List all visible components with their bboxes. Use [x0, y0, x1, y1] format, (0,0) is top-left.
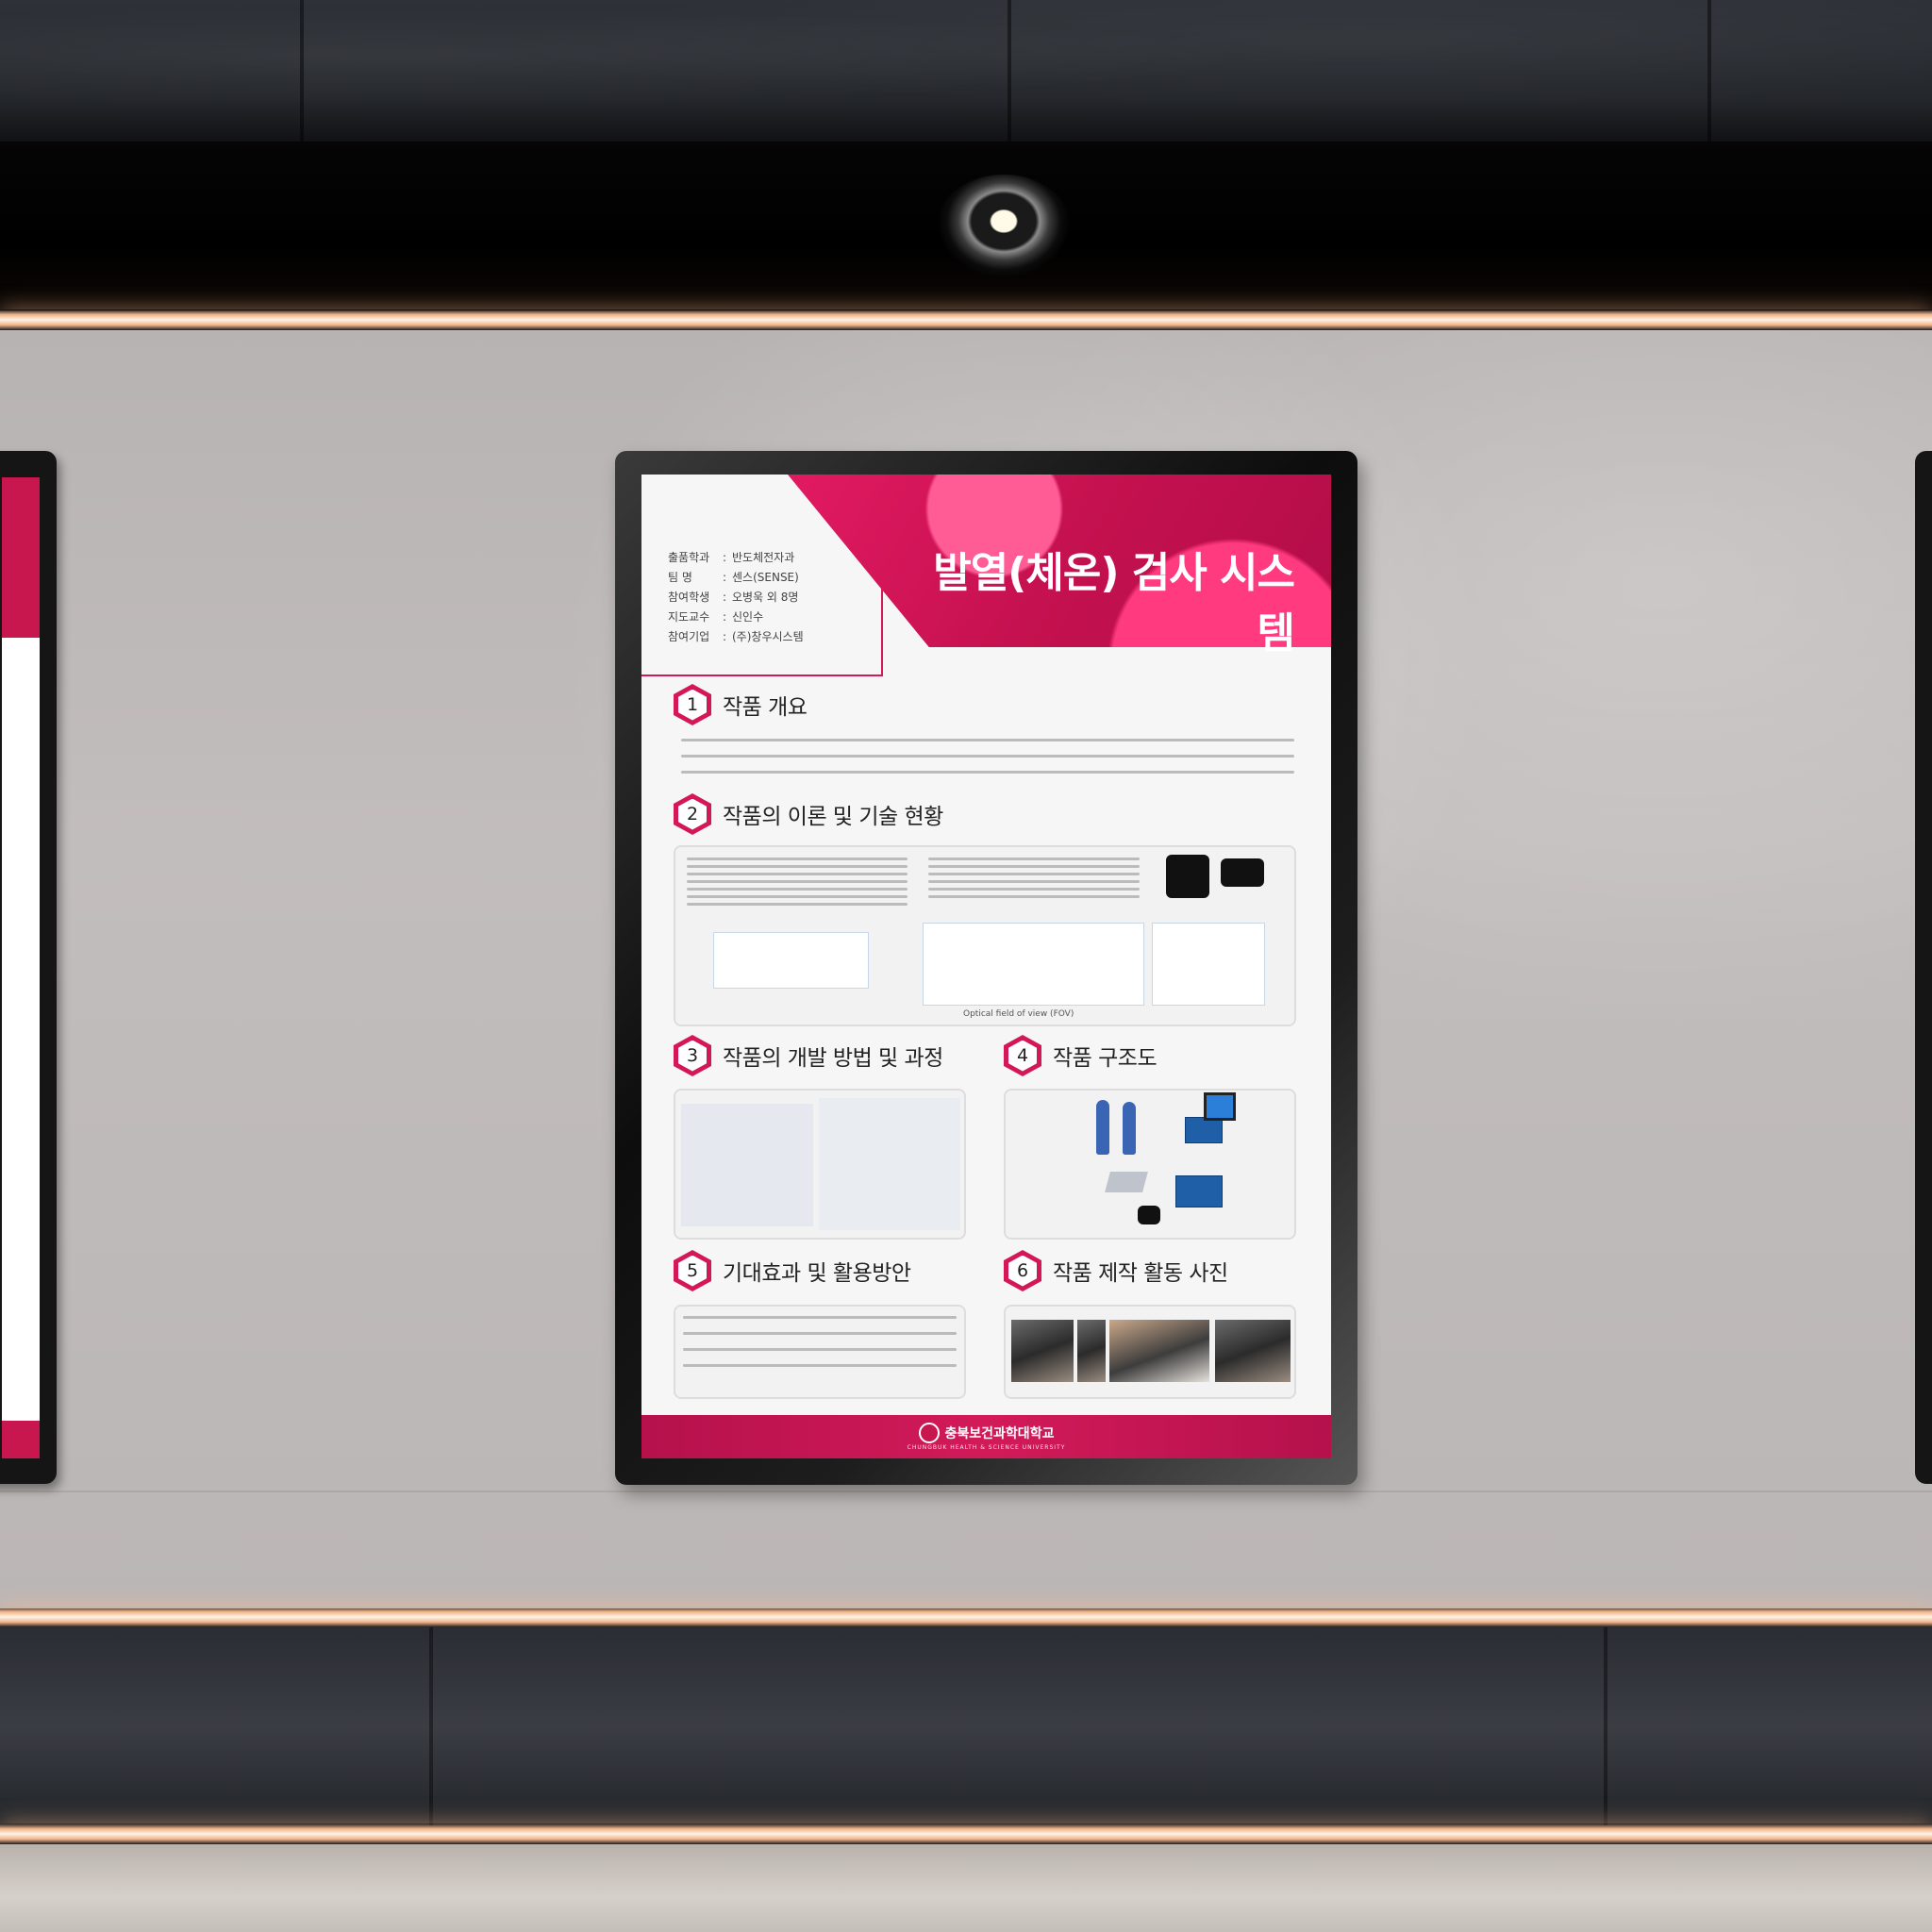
section-title: 기대효과 및 활용방안: [723, 1261, 911, 1286]
university-name: 충북보건과학대학교: [918, 1423, 1055, 1443]
section-title: 작품 제작 활동 사진: [1053, 1261, 1228, 1286]
floor: [0, 1844, 1932, 1932]
hexagon-number-icon: 4: [1004, 1035, 1041, 1076]
poster-left-footer: [2, 1421, 40, 1458]
poster-frame-right[interactable]: [1915, 451, 1932, 1484]
info-row: 참여학생: 오병욱 외 8명: [668, 588, 804, 608]
info-key: 참여학생: [668, 591, 710, 604]
spotlight-icon: [937, 175, 1071, 278]
university-name-text: 충북보건과학대학교: [944, 1426, 1055, 1441]
monitor-icon: [1204, 1092, 1236, 1121]
person-icon: [1123, 1102, 1136, 1155]
section-4-heading: 4 작품 구조도: [1004, 1035, 1158, 1076]
circuit-board-image: [1185, 1117, 1223, 1143]
section-title: 작품의 이론 및 기술 현황: [723, 805, 943, 829]
section-2-heading: 2 작품의 이론 및 기술 현황: [674, 793, 943, 835]
activity-photo: [1109, 1320, 1209, 1382]
section-title: 작품 개요: [723, 695, 808, 720]
info-key: 팀 명: [668, 571, 692, 584]
info-value: 신인수: [732, 610, 764, 624]
info-row: 출품학과: 반도체전자과: [668, 548, 804, 568]
info-row: 지도교수: 신인수: [668, 608, 804, 627]
poster-left-header: [2, 477, 40, 638]
ceiling-stone: [0, 0, 1932, 142]
thermal-camera-image: [1221, 858, 1264, 887]
info-value: 반도체전자과: [732, 551, 795, 564]
section-2-box: Optical field of view (FOV): [674, 845, 1296, 1026]
floor-seam: [429, 1627, 433, 1825]
university-seal-icon: [918, 1423, 940, 1443]
text-block: [679, 853, 915, 910]
text-block: [921, 853, 1147, 903]
info-value: 오병욱 외 8명: [732, 591, 799, 604]
fov-plot-image: [923, 923, 1144, 1006]
hexagon-number-icon: 2: [674, 793, 711, 835]
section-3-box: [674, 1089, 966, 1240]
fov-caption: Optical field of view (FOV): [963, 1009, 1074, 1019]
activity-photo: [1011, 1320, 1074, 1382]
info-value: 센스(SENSE): [732, 571, 799, 584]
university-english-name: CHUNGBUK HEALTH & SCIENCE UNIVERSITY: [907, 1444, 1066, 1451]
section-5-heading: 5 기대효과 및 활용방안: [674, 1250, 911, 1291]
info-key: 참여기업: [668, 630, 710, 643]
section-6-heading: 6 작품 제작 활동 사진: [1004, 1250, 1228, 1291]
floor-seam: [1604, 1627, 1607, 1825]
poster-footer: 충북보건과학대학교 CHUNGBUK HEALTH & SCIENCE UNIV…: [641, 1415, 1331, 1458]
section-4-box: [1004, 1089, 1296, 1240]
hexagon-number-icon: 5: [674, 1250, 711, 1291]
section-1-heading: 1 작품 개요: [674, 684, 808, 725]
stone-seam: [1707, 0, 1711, 142]
circuit-board-image: [1175, 1175, 1223, 1208]
section-3-heading: 3 작품의 개발 방법 및 과정: [674, 1035, 943, 1076]
thermal-camera-image: [1166, 855, 1209, 898]
info-list: 출품학과: 반도체전자과 팀 명: 센스(SENSE) 참여학생: 오병욱 외 8명 …: [668, 548, 804, 647]
hexagon-number-icon: 3: [674, 1035, 711, 1076]
info-row: 팀 명: 센스(SENSE): [668, 568, 804, 588]
light-strip-bottom: [0, 1824, 1932, 1844]
section-5-box: [674, 1305, 966, 1399]
poster-title: 발열(체온) 검사 시스템: [933, 549, 1295, 658]
block-diagram-image: [713, 932, 869, 989]
activity-photo: [1077, 1320, 1106, 1382]
webcam-icon: [1138, 1206, 1160, 1224]
info-key: 출품학과: [668, 551, 710, 564]
section-1-body: [674, 734, 1296, 778]
hexagon-number-icon: 1: [674, 684, 711, 725]
info-row: 참여기업: (주)창우시스템: [668, 627, 804, 647]
light-strip-middle: [0, 1607, 1932, 1627]
light-strip-top: [0, 309, 1932, 330]
activity-photo: [1215, 1320, 1291, 1382]
info-key: 지도교수: [668, 610, 710, 624]
section-title: 작품의 개발 방법 및 과정: [723, 1046, 943, 1071]
section-6-box: [1004, 1305, 1296, 1399]
person-icon: [1096, 1100, 1109, 1155]
section-title: 작품 구조도: [1053, 1046, 1158, 1071]
process-panel: [681, 1104, 813, 1226]
floor-stone: [0, 1627, 1932, 1825]
response-plot-image: [1152, 923, 1265, 1006]
stone-seam: [1008, 0, 1011, 142]
hexagon-number-icon: 6: [1004, 1250, 1041, 1291]
stone-seam: [300, 0, 304, 142]
poster-left-edge: [2, 477, 40, 1458]
process-panel: [819, 1098, 960, 1230]
laptop-icon: [1105, 1172, 1148, 1192]
poster-frame-left[interactable]: [0, 451, 57, 1484]
info-value: (주)창우시스템: [732, 630, 804, 643]
poster[interactable]: 발열(체온) 검사 시스템 출품학과: 반도체전자과 팀 명: 센스(SENSE) …: [641, 475, 1331, 1458]
wall-seam: [0, 1491, 1932, 1492]
